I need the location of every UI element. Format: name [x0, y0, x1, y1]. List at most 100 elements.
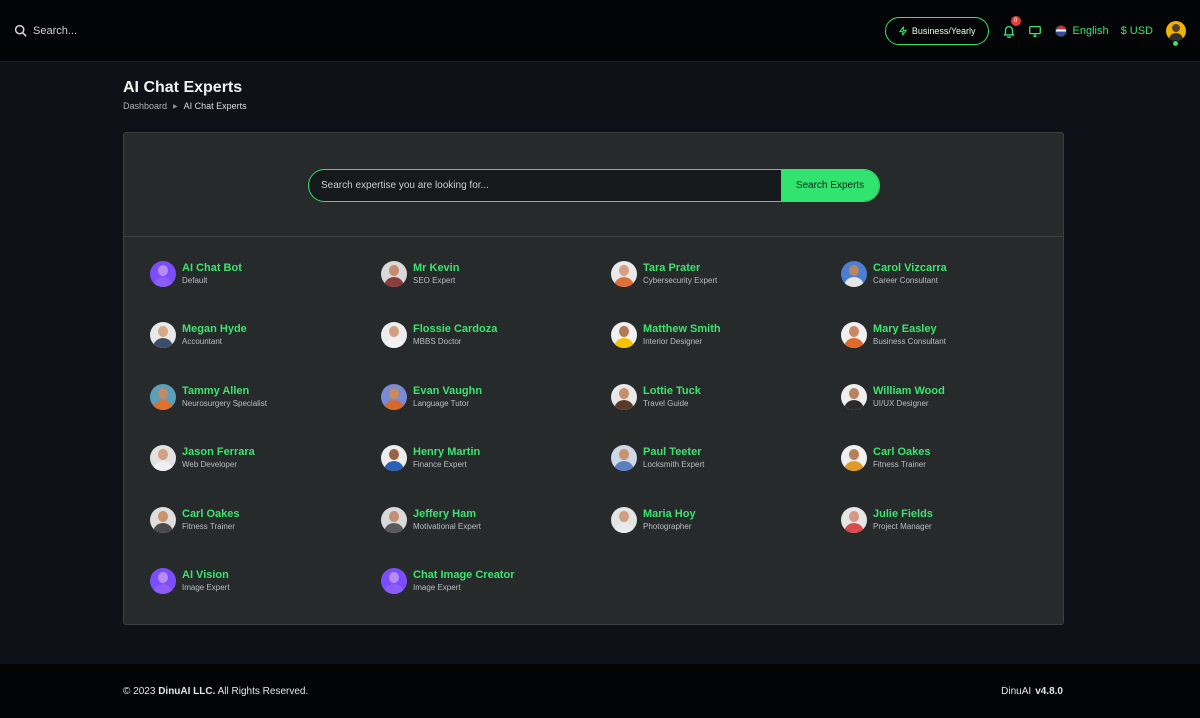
- avatar-body: [153, 584, 173, 594]
- expert-avatar: [381, 261, 407, 287]
- expert-avatar: [150, 384, 176, 410]
- expert-avatar: [150, 568, 176, 594]
- expert-item[interactable]: Maria Hoy Photographer: [611, 507, 811, 533]
- expert-item[interactable]: Megan Hyde Accountant: [150, 322, 350, 348]
- expert-name: Matthew Smith: [643, 322, 721, 335]
- expert-role: Fitness Trainer: [873, 459, 926, 469]
- expert-item[interactable]: Carol Vizcarra Career Consultant: [841, 261, 1041, 287]
- expert-item[interactable]: Tara Prater Cybersecurity Expert: [611, 261, 811, 287]
- expert-text: Mary Easley Business Consultant: [873, 323, 946, 348]
- expert-item[interactable]: Mary Easley Business Consultant: [841, 322, 1041, 348]
- expert-role: Travel Guide: [643, 398, 689, 408]
- expert-avatar: [611, 445, 637, 471]
- expert-role: Photographer: [643, 521, 692, 531]
- avatar-body: [153, 400, 173, 410]
- global-search[interactable]: Search...: [14, 24, 77, 37]
- expert-name: Carl Oakes: [873, 445, 931, 458]
- expert-item[interactable]: Jason Ferrara Web Developer: [150, 445, 350, 471]
- expert-role: Accountant: [182, 336, 223, 346]
- avatar-head: [158, 572, 168, 583]
- avatar-body: [614, 338, 634, 348]
- rights-text: All Rights Reserved.: [217, 685, 309, 697]
- avatar-head: [619, 326, 629, 337]
- expert-search-section: Search Experts: [124, 133, 1063, 237]
- avatar-body: [844, 523, 864, 533]
- plan-button[interactable]: Business/Yearly: [884, 16, 989, 45]
- expert-item[interactable]: Mr Kevin SEO Expert: [381, 261, 581, 287]
- notifications-button[interactable]: 0: [1001, 15, 1021, 39]
- expert-search-input[interactable]: [309, 170, 781, 201]
- expert-text: Lottie Tuck Travel Guide: [643, 385, 701, 410]
- avatar-body: [384, 277, 404, 287]
- avatar-head: [389, 326, 399, 337]
- expert-item[interactable]: Henry Martin Finance Expert: [381, 445, 581, 471]
- display-button[interactable]: [1027, 23, 1043, 39]
- expert-role: Default: [182, 275, 208, 285]
- expert-text: Henry Martin Finance Expert: [413, 446, 480, 471]
- expert-item[interactable]: William Wood UI/UX Designer: [841, 384, 1041, 410]
- copyright-year: © 2023: [123, 685, 156, 697]
- expert-avatar: [150, 261, 176, 287]
- expert-text: AI Chat Bot Default: [182, 262, 242, 287]
- expert-avatar: [841, 384, 867, 410]
- expert-name: Megan Hyde: [182, 322, 247, 335]
- avatar-head: [389, 572, 399, 583]
- expert-role: Cybersecurity Expert: [643, 275, 718, 285]
- expert-text: AI Vision Image Expert: [182, 569, 230, 594]
- expert-item[interactable]: Chat Image Creator Image Expert: [381, 568, 581, 594]
- top-navbar: Search... Business/Yearly 0 English $ US…: [0, 0, 1200, 62]
- app-version: DinuAI v4.8.0: [1001, 686, 1063, 697]
- expert-item[interactable]: Matthew Smith Interior Designer: [611, 322, 811, 348]
- expert-item[interactable]: Flossie Cardoza MBBS Doctor: [381, 322, 581, 348]
- expert-item[interactable]: AI Chat Bot Default: [150, 261, 350, 287]
- expert-avatar: [381, 322, 407, 348]
- expert-text: Paul Teeter Locksmith Expert: [643, 446, 704, 471]
- expert-item[interactable]: Paul Teeter Locksmith Expert: [611, 445, 811, 471]
- language-selector[interactable]: English: [1054, 24, 1109, 37]
- expert-item[interactable]: Lottie Tuck Travel Guide: [611, 384, 811, 410]
- expert-item[interactable]: AI Vision Image Expert: [150, 568, 350, 594]
- language-label: English: [1072, 24, 1109, 37]
- expert-item[interactable]: Carl Oakes Fitness Trainer: [841, 445, 1041, 471]
- expert-item[interactable]: Julie Fields Project Manager: [841, 507, 1041, 533]
- expert-text: Mr Kevin SEO Expert: [413, 262, 459, 287]
- expert-name: Paul Teeter: [643, 445, 702, 458]
- page-title: AI Chat Experts: [123, 79, 243, 96]
- expert-item[interactable]: Carl Oakes Fitness Trainer: [150, 507, 350, 533]
- avatar-head: [849, 511, 859, 522]
- expert-name: Carl Oakes: [182, 507, 240, 520]
- avatar-body: [614, 461, 634, 471]
- breadcrumb-separator-icon: ▶: [173, 103, 178, 110]
- version-number: v4.8.0: [1035, 685, 1063, 697]
- breadcrumb-dashboard[interactable]: Dashboard: [123, 101, 167, 111]
- avatar-body: [844, 338, 864, 348]
- currency-selector[interactable]: $ USD: [1121, 25, 1153, 37]
- expert-role: SEO Expert: [413, 275, 456, 285]
- lightning-icon: [898, 25, 907, 36]
- expert-role: Career Consultant: [873, 275, 938, 285]
- us-flag-icon: [1054, 24, 1067, 37]
- expert-item[interactable]: Evan Vaughn Language Tutor: [381, 384, 581, 410]
- search-icon: [14, 24, 27, 37]
- expert-item[interactable]: Jeffery Ham Motivational Expert: [381, 507, 581, 533]
- expert-text: Jason Ferrara Web Developer: [182, 446, 255, 471]
- avatar-head: [158, 449, 168, 460]
- expert-avatar: [150, 322, 176, 348]
- monitor-icon: [1028, 25, 1041, 37]
- expert-avatar: [381, 384, 407, 410]
- expert-avatar: [150, 445, 176, 471]
- avatar-body: [384, 338, 404, 348]
- plan-label: Business/Yearly: [911, 25, 976, 36]
- expert-item[interactable]: Tammy Allen Neurosurgery Specialist: [150, 384, 350, 410]
- user-avatar[interactable]: [1166, 20, 1186, 41]
- avatar-head: [389, 449, 399, 460]
- global-search-label: Search...: [33, 24, 78, 37]
- avatar-body: [844, 461, 864, 471]
- expert-text: Chat Image Creator Image Expert: [413, 569, 514, 594]
- avatar-body: [384, 461, 404, 471]
- expert-text: Tammy Allen Neurosurgery Specialist: [182, 385, 267, 410]
- expert-name: Mary Easley: [873, 322, 937, 335]
- search-experts-button[interactable]: Search Experts: [781, 170, 879, 201]
- experts-card: Search Experts AI Chat BotDefault Mr Kevi…: [123, 132, 1064, 625]
- expert-search-form: Search Experts: [308, 169, 880, 202]
